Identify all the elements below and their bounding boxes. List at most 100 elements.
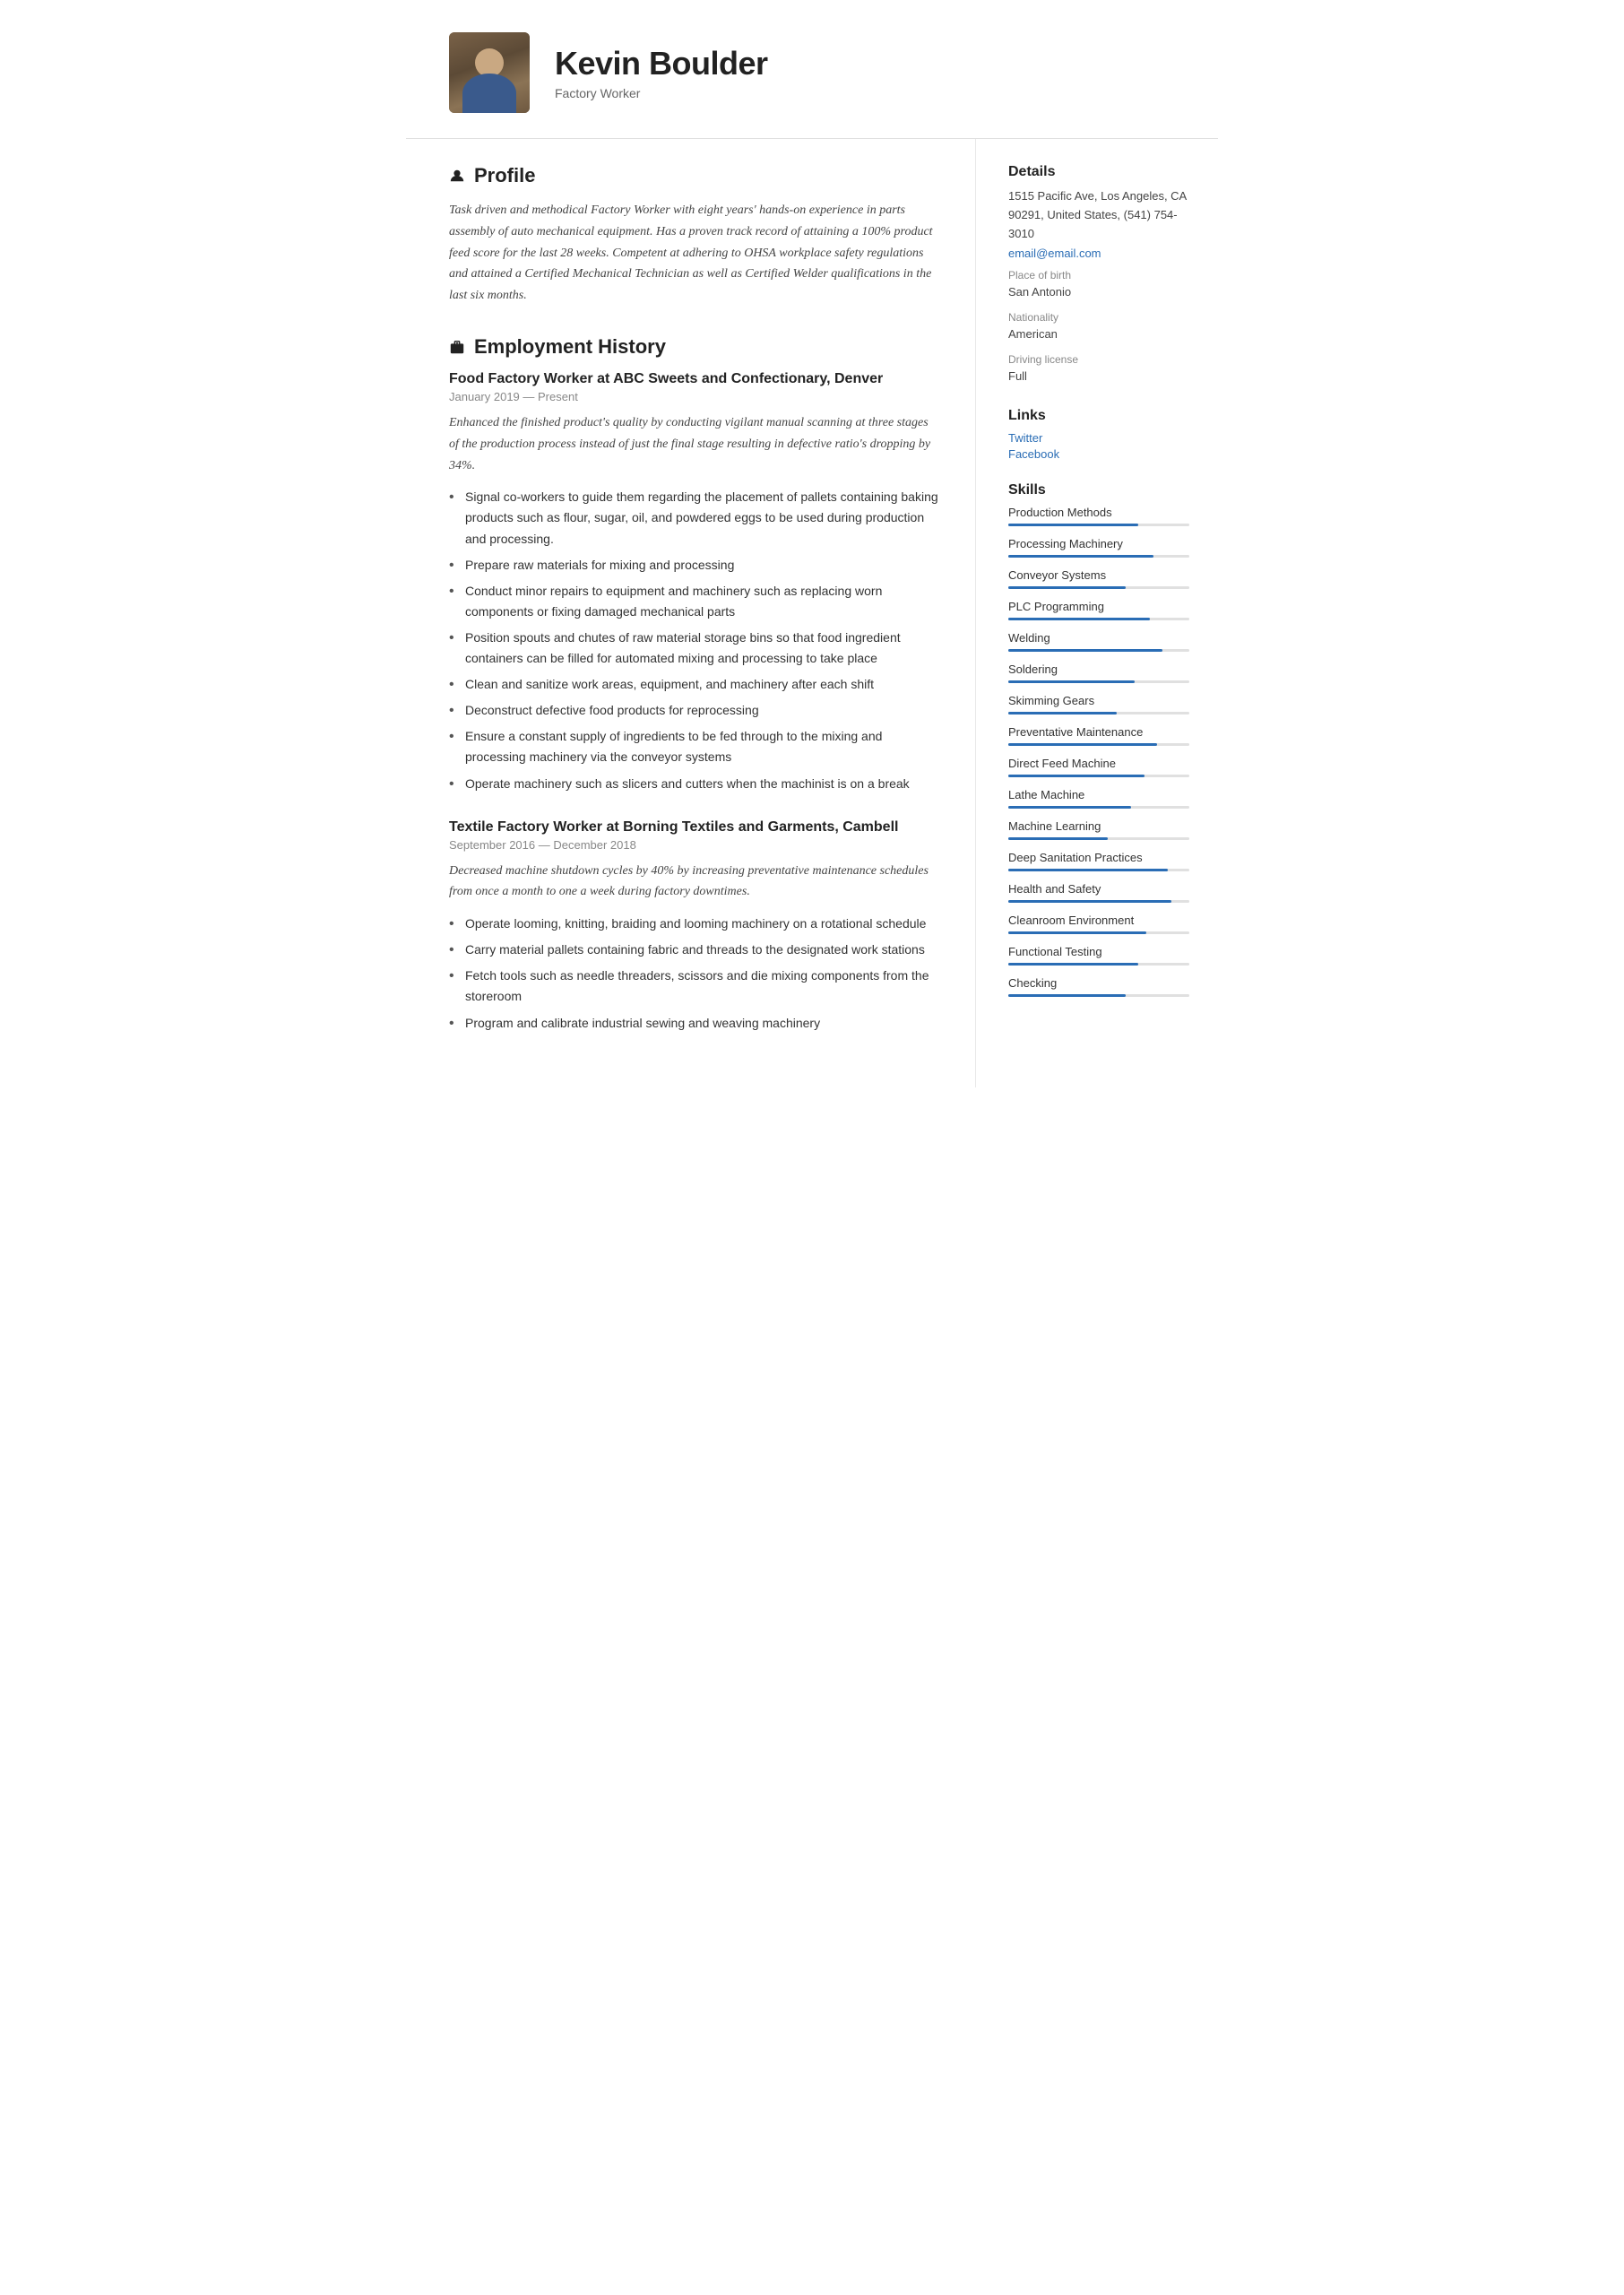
skill-name: Production Methods: [1008, 506, 1189, 519]
profile-section-title: Profile: [474, 164, 535, 187]
header-name: Kevin Boulder: [555, 45, 1175, 82]
skill-bar-fill: [1008, 743, 1157, 746]
bullet-item: Program and calibrate industrial sewing …: [449, 1013, 939, 1034]
skill-item: Preventative Maintenance: [1008, 725, 1189, 746]
skill-name: Checking: [1008, 976, 1189, 990]
skill-bar-fill: [1008, 837, 1108, 840]
skill-item: Welding: [1008, 631, 1189, 652]
skill-bar-fill: [1008, 869, 1168, 871]
bullet-item: Operate machinery such as slicers and cu…: [449, 774, 939, 794]
links-section: Links Twitter Facebook: [1008, 408, 1189, 461]
right-column: Details 1515 Pacific Ave, Los Angeles, C…: [976, 139, 1218, 1087]
skill-bar-bg: [1008, 743, 1189, 746]
skill-item: Processing Machinery: [1008, 537, 1189, 558]
skill-bar-fill: [1008, 775, 1145, 777]
skill-bar-fill: [1008, 586, 1126, 589]
place-of-birth-value: San Antonio: [1008, 283, 1189, 302]
skill-item: Lathe Machine: [1008, 788, 1189, 809]
skills-list: Production Methods Processing Machinery …: [1008, 506, 1189, 997]
link-twitter[interactable]: Twitter: [1008, 431, 1189, 445]
skill-item: Production Methods: [1008, 506, 1189, 526]
skill-name: Machine Learning: [1008, 819, 1189, 833]
header-info: Kevin Boulder Factory Worker: [555, 45, 1175, 100]
employment-section: Employment History Food Factory Worker a…: [449, 335, 939, 1034]
bullet-item: Operate looming, knitting, braiding and …: [449, 914, 939, 934]
job-1: Food Factory Worker at ABC Sweets and Co…: [449, 371, 939, 794]
driving-license-label: Driving license: [1008, 353, 1189, 366]
skill-name: Lathe Machine: [1008, 788, 1189, 801]
skill-bar-bg: [1008, 806, 1189, 809]
links-title: Links: [1008, 408, 1189, 424]
skill-bar-bg: [1008, 586, 1189, 589]
employment-icon: [449, 339, 465, 355]
employment-section-title: Employment History: [474, 335, 666, 359]
avatar: [449, 32, 530, 113]
resume-container: Kevin Boulder Factory Worker Profile: [406, 0, 1218, 1123]
skill-item: PLC Programming: [1008, 600, 1189, 620]
avatar-person: [449, 32, 530, 113]
skill-name: Conveyor Systems: [1008, 568, 1189, 582]
header: Kevin Boulder Factory Worker: [406, 0, 1218, 138]
skill-name: Health and Safety: [1008, 882, 1189, 896]
skill-name: PLC Programming: [1008, 600, 1189, 613]
skill-bar-fill: [1008, 680, 1135, 683]
skill-item: Checking: [1008, 976, 1189, 997]
skill-bar-fill: [1008, 712, 1117, 714]
skill-bar-bg: [1008, 555, 1189, 558]
skills-title: Skills: [1008, 482, 1189, 498]
details-email[interactable]: email@email.com: [1008, 247, 1189, 260]
skill-bar-bg: [1008, 649, 1189, 652]
skill-item: Direct Feed Machine: [1008, 757, 1189, 777]
skill-name: Skimming Gears: [1008, 694, 1189, 707]
bullet-item: Clean and sanitize work areas, equipment…: [449, 674, 939, 695]
driving-license-value: Full: [1008, 368, 1189, 386]
details-address: 1515 Pacific Ave, Los Angeles, CA 90291,…: [1008, 187, 1189, 243]
link-facebook[interactable]: Facebook: [1008, 447, 1189, 461]
bullet-item: Conduct minor repairs to equipment and m…: [449, 581, 939, 622]
nationality-label: Nationality: [1008, 311, 1189, 324]
skill-item: Skimming Gears: [1008, 694, 1189, 714]
skill-name: Welding: [1008, 631, 1189, 645]
skill-bar-bg: [1008, 524, 1189, 526]
bullet-item: Carry material pallets containing fabric…: [449, 940, 939, 960]
bullet-item: Prepare raw materials for mixing and pro…: [449, 555, 939, 576]
skill-bar-bg: [1008, 900, 1189, 903]
skills-section: Skills Production Methods Processing Mac…: [1008, 482, 1189, 997]
profile-section-header: Profile: [449, 164, 939, 187]
skill-bar-fill: [1008, 806, 1131, 809]
skill-bar-fill: [1008, 900, 1171, 903]
skill-bar-bg: [1008, 618, 1189, 620]
skill-bar-bg: [1008, 712, 1189, 714]
profile-text: Task driven and methodical Factory Worke…: [449, 200, 939, 307]
skill-bar-bg: [1008, 963, 1189, 966]
job-2-desc: Decreased machine shutdown cycles by 40%…: [449, 861, 939, 904]
skill-name: Cleanroom Environment: [1008, 914, 1189, 927]
job-2: Textile Factory Worker at Borning Textil…: [449, 819, 939, 1034]
main-layout: Profile Task driven and methodical Facto…: [406, 139, 1218, 1123]
profile-icon: [449, 168, 465, 184]
skill-item: Machine Learning: [1008, 819, 1189, 840]
skill-bar-bg: [1008, 680, 1189, 683]
job-1-title: Food Factory Worker at ABC Sweets and Co…: [449, 371, 939, 387]
place-of-birth-label: Place of birth: [1008, 269, 1189, 281]
job-1-date: January 2019 — Present: [449, 390, 939, 403]
skill-bar-fill: [1008, 994, 1126, 997]
skill-bar-bg: [1008, 837, 1189, 840]
skill-name: Processing Machinery: [1008, 537, 1189, 550]
skill-bar-fill: [1008, 555, 1153, 558]
skill-name: Preventative Maintenance: [1008, 725, 1189, 739]
details-section: Details 1515 Pacific Ave, Los Angeles, C…: [1008, 164, 1189, 386]
bullet-item: Deconstruct defective food products for …: [449, 700, 939, 721]
profile-section: Profile Task driven and methodical Facto…: [449, 164, 939, 307]
skill-item: Deep Sanitation Practices: [1008, 851, 1189, 871]
skill-bar-fill: [1008, 963, 1138, 966]
skill-bar-bg: [1008, 994, 1189, 997]
job-1-desc: Enhanced the finished product's quality …: [449, 412, 939, 476]
bullet-item: Ensure a constant supply of ingredients …: [449, 726, 939, 767]
skill-item: Functional Testing: [1008, 945, 1189, 966]
skill-bar-fill: [1008, 524, 1138, 526]
skill-bar-bg: [1008, 869, 1189, 871]
skill-item: Soldering: [1008, 663, 1189, 683]
skill-bar-fill: [1008, 931, 1146, 934]
skill-name: Direct Feed Machine: [1008, 757, 1189, 770]
